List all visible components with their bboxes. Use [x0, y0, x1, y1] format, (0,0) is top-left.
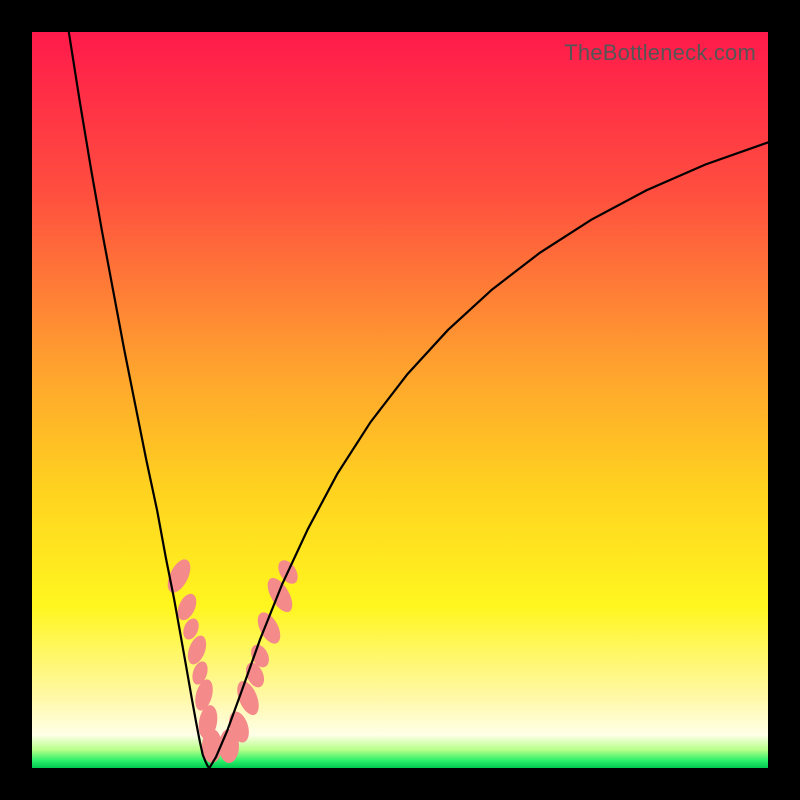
watermark-text: TheBottleneck.com — [564, 40, 756, 66]
chart-frame: TheBottleneck.com — [0, 0, 800, 800]
plot-area: TheBottleneck.com — [32, 32, 768, 768]
chart-svg — [32, 32, 768, 768]
curve-right-branch — [209, 142, 768, 768]
marker-blob — [163, 556, 195, 596]
